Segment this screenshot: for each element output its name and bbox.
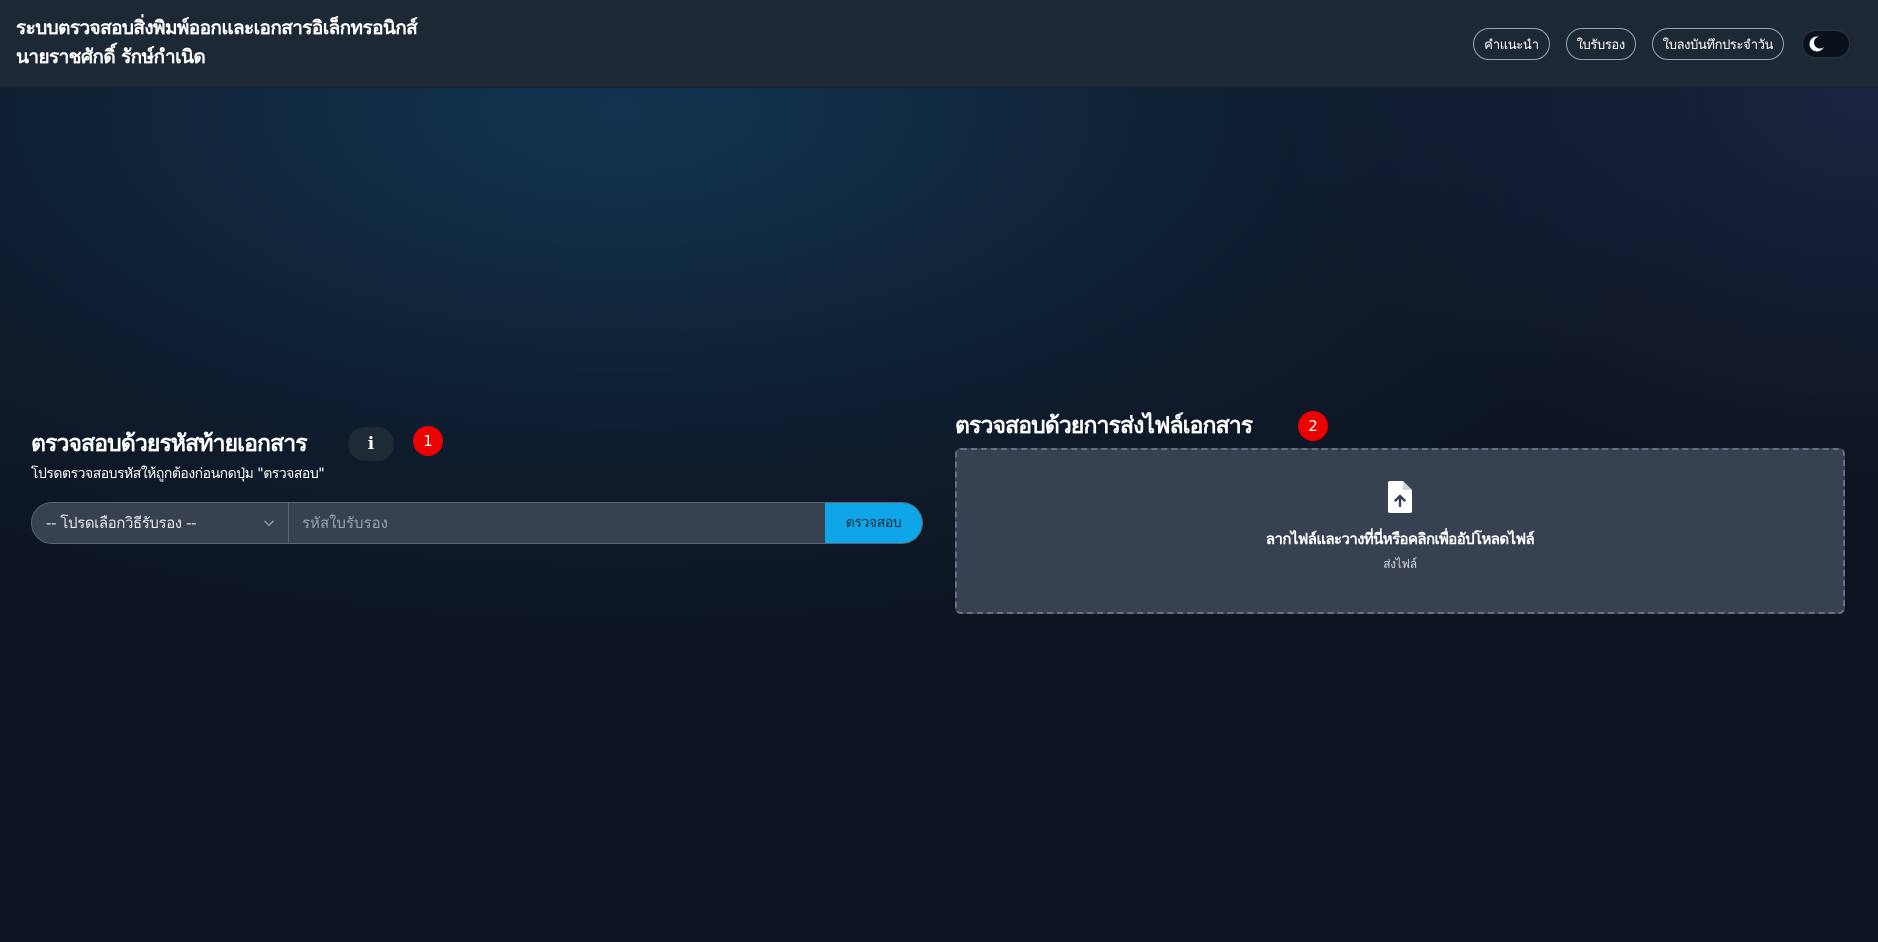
header-nav: คำแนะนำ ใบรับรอง ใบลงบันทึกประจำวัน (1473, 28, 1850, 60)
file-check-title: ตรวจสอบด้วยการส่งไฟล์เอกสาร (955, 413, 1253, 439)
info-icon: i (367, 434, 375, 454)
method-select-value: -- โปรดเลือกวิธีรับรอง -- (46, 514, 197, 532)
step-badge-1: 1 (413, 426, 443, 456)
method-select[interactable]: -- โปรดเลือกวิธีรับรอง -- (32, 503, 289, 543)
step-badge-2: 2 (1298, 411, 1328, 441)
daily-log-button[interactable]: ใบลงบันทึกประจำวัน (1651, 28, 1784, 60)
user-name: นายราชศักดิ์ รักษ์กำเนิด (16, 46, 206, 68)
file-upload-icon (1388, 481, 1412, 513)
certificate-button[interactable]: ใบรับรอง (1565, 28, 1636, 60)
top-header: ระบบตรวจสอบสิ่งพิมพ์ออกและเอกสารอิเล็กทร… (0, 0, 1878, 88)
dropzone-text: ลากไฟล์และวางที่นี่หรือคลิกเพื่ออัปโหลดไ… (1265, 530, 1535, 548)
dropzone-subtext: ส่งไฟล์ (1383, 557, 1417, 571)
brand: ระบบตรวจสอบสิ่งพิมพ์ออกและเอกสารอิเล็กทร… (16, 14, 418, 72)
file-dropzone[interactable]: ลากไฟล์และวางที่นี่หรือคลิกเพื่ออัปโหลดไ… (955, 448, 1845, 614)
guide-button[interactable]: คำแนะนำ (1473, 28, 1550, 60)
code-check-subtitle: โปรดตรวจสอบรหัสให้ถูกต้องก่อนกดปุ่ม "ตรว… (31, 466, 325, 482)
code-search-row: -- โปรดเลือกวิธีรับรอง -- ตรวจสอบ (31, 502, 923, 544)
chevron-down-icon (264, 520, 274, 526)
site-title: ระบบตรวจสอบสิ่งพิมพ์ออกและเอกสารอิเล็กทร… (16, 17, 418, 39)
check-button[interactable]: ตรวจสอบ (825, 503, 922, 543)
code-check-title: ตรวจสอบด้วยรหัสท้ายเอกสาร (31, 431, 308, 457)
moon-icon (1806, 34, 1828, 54)
theme-toggle[interactable] (1802, 30, 1850, 58)
certificate-code-input[interactable] (289, 503, 825, 543)
background-glow (1278, 88, 1878, 488)
info-button[interactable]: i (348, 427, 394, 461)
